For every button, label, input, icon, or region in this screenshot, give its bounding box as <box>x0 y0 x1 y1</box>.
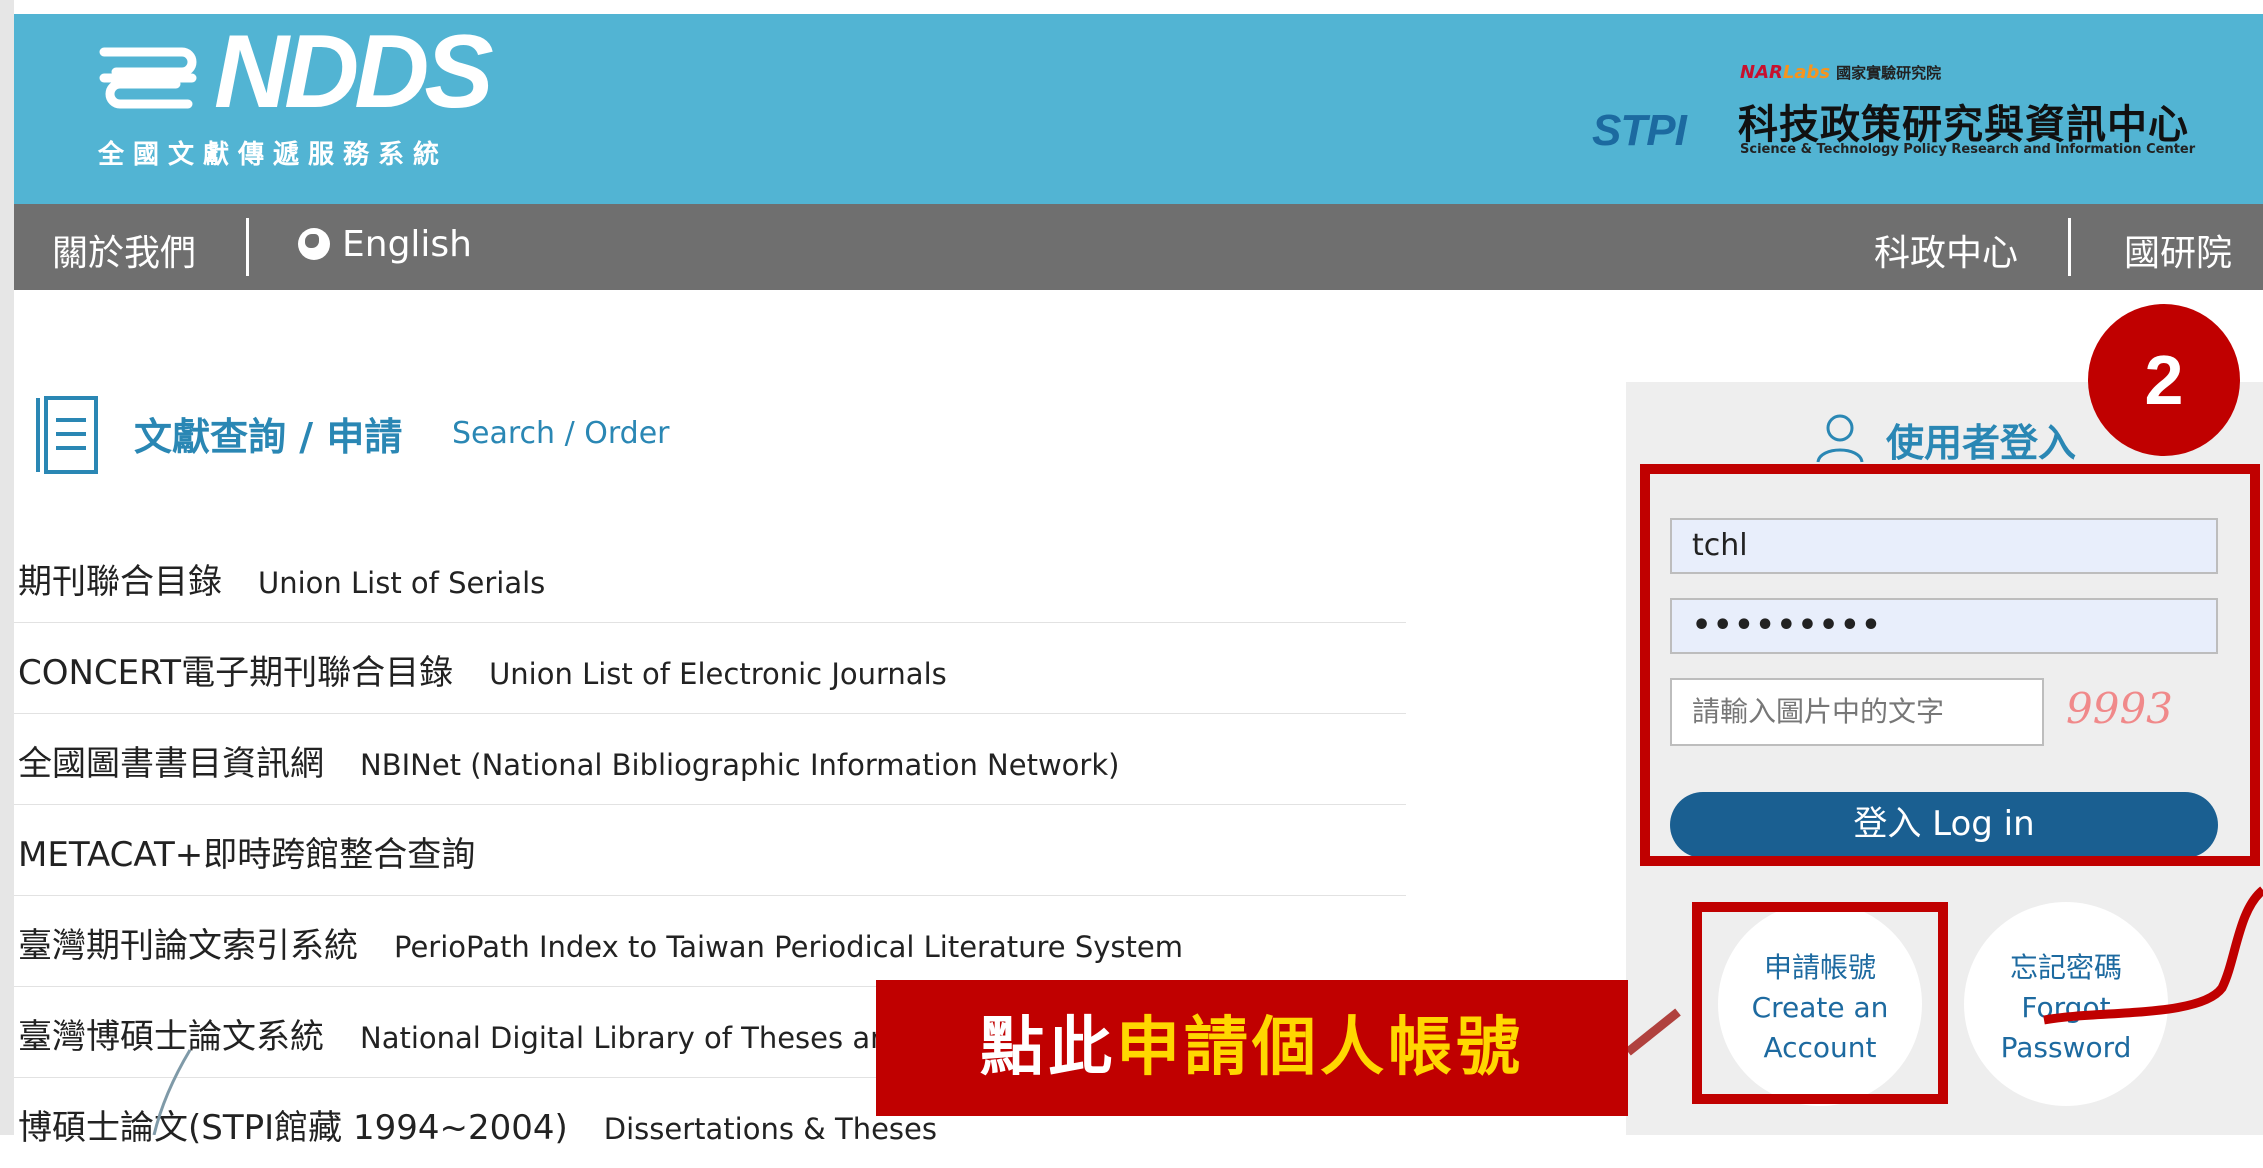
list-item-cn: 臺灣博碩士論文系統 <box>18 1017 324 1057</box>
ndds-logo-title[interactable]: NDDS <box>214 20 494 124</box>
list-item[interactable]: 全國圖書書目資訊網 NBINet (National Bibliographic … <box>14 714 1406 805</box>
forgot-password-button[interactable]: 忘記密碼 Forgot Password <box>1964 902 2168 1106</box>
stpi-name-en: Science & Technology Policy Research and… <box>1740 142 2196 157</box>
stpi-logo[interactable]: STPI <box>1592 106 1687 156</box>
list-item[interactable]: 期刊聯合目錄 Union List of Serials <box>14 532 1406 623</box>
forgot-password-en-1: Forgot <box>2021 991 2111 1024</box>
ndds-logo-icon <box>99 47 197 109</box>
section-title: 文獻查詢 / 申請 <box>134 415 403 459</box>
nav-about[interactable]: 關於我們 <box>52 224 196 276</box>
list-item-cn: METACAT+即時跨館整合查詢 <box>18 835 476 875</box>
forgot-password-cn: 忘記密碼 <box>2009 951 2122 984</box>
user-icon <box>1816 414 1864 463</box>
ndds-logo-subtitle: 全國文獻傳遞服務系統 <box>98 140 449 170</box>
list-item-cn: 全國圖書書目資訊網 <box>18 744 324 784</box>
narlabs-nar: NAR <box>1740 62 1783 83</box>
document-list-icon <box>36 396 98 474</box>
site-header: NDDS 全國文獻傳遞服務系統 STPI NARLabs 國家實驗研究院 科技政策… <box>14 14 2263 204</box>
list-item-cn: CONCERT電子期刊聯合目錄 <box>18 653 454 693</box>
list-item-en: PerioPath Index to Taiwan Periodical Lit… <box>394 930 1183 964</box>
nav-english[interactable]: English <box>298 224 472 265</box>
login-title: 使用者登入 <box>1886 421 2077 465</box>
list-item-cn: 期刊聯合目錄 <box>18 562 222 602</box>
narlabs-labs: Labs <box>1782 62 1831 83</box>
forgot-password-en-2: Password <box>2000 1031 2132 1064</box>
narlabs-institute: 國家實驗研究院 <box>1836 64 1942 82</box>
top-nav: 關於我們 English 科政中心 國研院 <box>14 204 2263 290</box>
list-item-en: Union List of Electronic Journals <box>489 657 947 691</box>
nav-stpi-center[interactable]: 科政中心 <box>1874 224 2018 276</box>
globe-icon <box>298 228 330 260</box>
left-edge <box>0 0 14 1135</box>
nav-divider <box>2068 218 2071 276</box>
nav-divider <box>246 218 249 276</box>
login-highlight-box <box>1640 464 2260 866</box>
nav-narlabs[interactable]: 國研院 <box>2124 224 2232 276</box>
list-item[interactable]: 臺灣期刊論文索引系統 PerioPath Index to Taiwan Peri… <box>14 896 1406 987</box>
callout-box: 點此申請個人帳號 <box>876 980 1628 1116</box>
callout-highlight: 申請個人帳號 <box>1116 1011 1524 1085</box>
create-account-highlight-box <box>1692 902 1948 1104</box>
list-item-cn: 博碩士論文(STPI館藏 1994~2004) <box>18 1108 568 1148</box>
list-item-en: NBINet (National Bibliographic Informati… <box>360 748 1120 782</box>
list-item[interactable]: METACAT+即時跨館整合查詢 <box>14 805 1406 896</box>
list-item-cn: 臺灣期刊論文索引系統 <box>18 926 358 966</box>
callout-prefix: 點此 <box>980 1011 1116 1085</box>
nav-english-label: English <box>342 224 472 265</box>
list-item[interactable]: CONCERT電子期刊聯合目錄 Union List of Electronic … <box>14 623 1406 714</box>
list-item-en: Dissertations & Theses <box>603 1112 937 1146</box>
list-item-en: Union List of Serials <box>258 566 546 600</box>
step-badge: 2 <box>2088 304 2240 456</box>
narlabs-label: NARLabs 國家實驗研究院 <box>1740 62 1941 83</box>
section-subtitle: Search / Order <box>452 416 670 451</box>
